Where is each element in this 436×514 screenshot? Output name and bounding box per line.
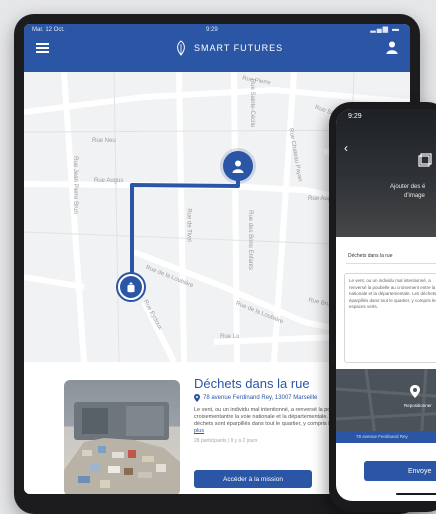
add-photo-text-line-2: d'image (404, 193, 425, 199)
chevron-left-icon[interactable]: ‹ (344, 141, 348, 155)
street-label: Rue Jean Pierre Brun (71, 156, 78, 214)
location-pin-icon (410, 385, 420, 398)
reposition-label[interactable]: Repositionner (404, 403, 432, 408)
home-indicator (396, 493, 436, 495)
add-photo-icon[interactable] (418, 153, 432, 167)
photo-header (336, 109, 436, 237)
location-pin-icon (194, 394, 200, 402)
street-label: Rue de Tivol (185, 208, 192, 242)
mission-title: Déchets dans la rue (194, 376, 310, 391)
add-photo-text-line-1: Ajouter des é (390, 184, 426, 190)
user-icon (232, 160, 244, 173)
phone-device: 9:29 ‹ Ajouter des é d'image Déchets dan… (329, 102, 436, 512)
app-header: Mar. 12 Oct. 9:29 ▂▄▆ ▬ SMART FUTURES (24, 24, 410, 72)
access-mission-button[interactable]: Accéder à la mission (194, 470, 312, 488)
phone-screen: 9:29 ‹ Ajouter des é d'image Déchets dan… (336, 109, 436, 501)
mission-meta: 28 participants | Il y a 2 jours (194, 438, 258, 444)
trash-bag-icon (120, 276, 142, 298)
phone-status-time: 9:29 (348, 113, 362, 120)
hamburger-icon[interactable] (36, 43, 49, 53)
street-label: Rue des Bons Enfants (246, 210, 253, 270)
waste-location-marker[interactable] (116, 272, 146, 302)
street-label: Rue Lo (220, 334, 240, 340)
user-location-marker[interactable] (223, 151, 253, 181)
brand-logo-icon (177, 40, 185, 56)
brand-title: SMART FUTURES (194, 43, 284, 53)
status-time: 9:29 (206, 27, 218, 33)
address-bar: 78 avenue Ferdinand Rey (336, 431, 436, 443)
user-icon[interactable] (386, 41, 398, 54)
street-label: Rue Sainte-Cécile (249, 78, 256, 128)
street-label: Rue Neu (92, 138, 116, 144)
status-signal: ▂▄▆ ▬ (370, 26, 400, 33)
mission-photo (64, 380, 180, 494)
mission-address: 78 avenue Ferdinand Rey, 13007 Marseille (194, 394, 317, 402)
status-date: Mar. 12 Oct. (32, 27, 65, 33)
send-button[interactable]: Envoye (364, 461, 436, 481)
brand: SMART FUTURES (174, 40, 283, 56)
mission-address-text: 78 avenue Ferdinand Rey, 13007 Marseille (203, 395, 318, 401)
title-field[interactable]: Déchets dans la rue (348, 253, 392, 259)
divider (346, 263, 436, 264)
description-field[interactable]: Le vent, ou un individu mal intentionné,… (344, 273, 436, 363)
add-photo-text: Ajouter des é d'image (390, 183, 425, 201)
street-label: Rue Augus (94, 178, 124, 184)
